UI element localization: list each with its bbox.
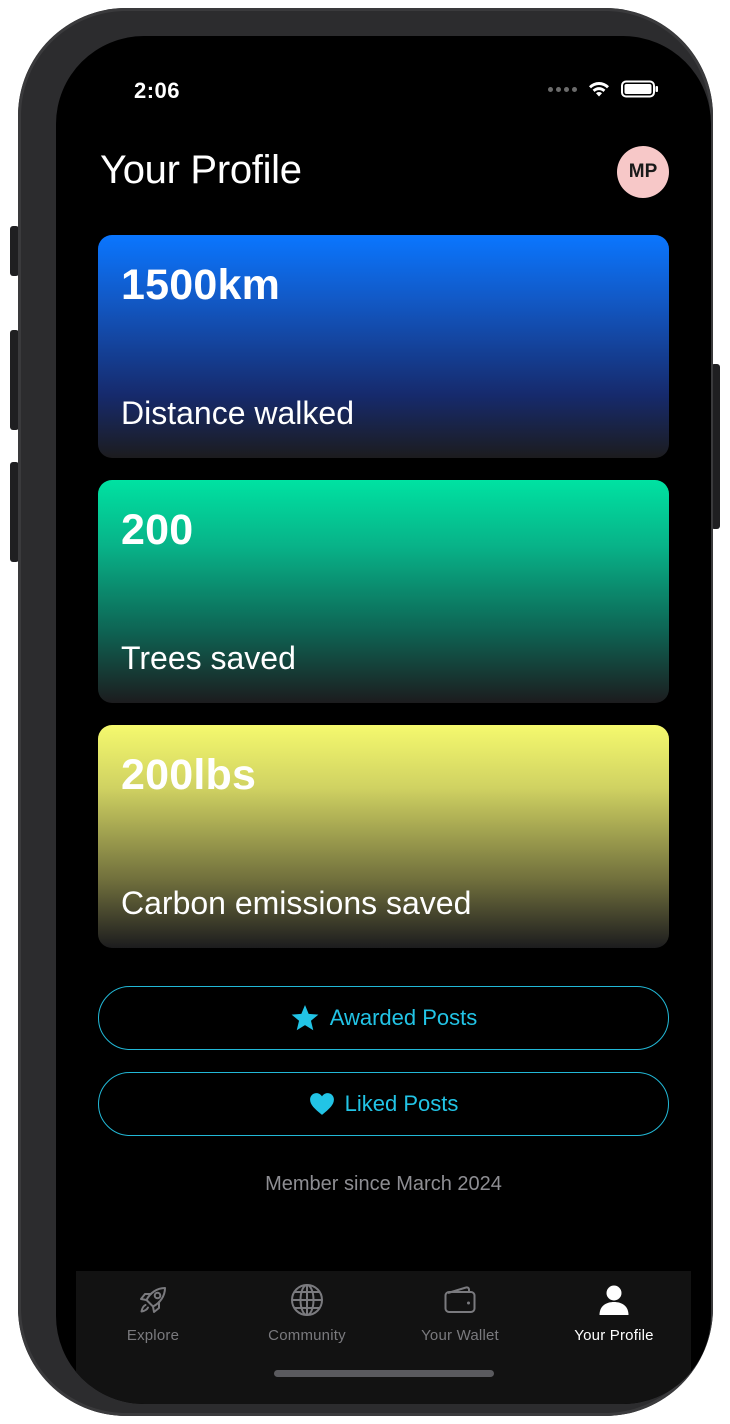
member-since-text: Member since March 2024 (265, 1173, 502, 1195)
liked-posts-button[interactable]: Liked Posts (98, 1072, 669, 1136)
tab-bar: Explore Community Your Wallet Your Profi… (76, 1271, 691, 1404)
awarded-posts-button[interactable]: Awarded Posts (98, 986, 669, 1050)
cellular-signal-icon (548, 86, 577, 92)
stat-label: Trees saved (121, 640, 296, 676)
stat-value: 1500km (121, 261, 281, 309)
page-title: Your Profile (100, 148, 302, 192)
header: Your Profile MP (98, 144, 669, 204)
stat-card-carbon: 200lbs Carbon emissions saved (98, 725, 669, 948)
screen: 2:06 Your Profile MP 1500km Distance wal… (56, 36, 711, 1404)
stat-value: 200 (121, 506, 194, 554)
stat-card-trees: 200 Trees saved (98, 480, 669, 703)
star-icon (291, 1004, 319, 1031)
tab-community[interactable]: Community (247, 1281, 367, 1351)
battery-icon (621, 80, 658, 98)
tab-label: Your Profile (574, 1327, 654, 1344)
person-icon (596, 1281, 632, 1319)
tab-label: Community (268, 1327, 346, 1344)
awarded-posts-label: Awarded Posts (329, 1005, 478, 1030)
liked-posts-label: Liked Posts (344, 1091, 459, 1116)
tab-wallet[interactable]: Your Wallet (400, 1281, 520, 1351)
status-icons (548, 80, 659, 98)
wallet-icon (442, 1281, 478, 1319)
stat-label: Carbon emissions saved (121, 885, 472, 921)
home-indicator[interactable] (274, 1370, 494, 1377)
stat-label: Distance walked (121, 395, 354, 431)
tab-label: Explore (126, 1327, 180, 1344)
tab-label: Your Wallet (421, 1327, 499, 1344)
rocket-icon (135, 1281, 171, 1319)
globe-icon (289, 1281, 325, 1319)
stat-card-distance: 1500km Distance walked (98, 235, 669, 458)
heart-icon (309, 1093, 334, 1115)
stat-value: 200lbs (121, 751, 257, 799)
status-bar: 2:06 (56, 36, 711, 146)
tab-explore[interactable]: Explore (93, 1281, 213, 1351)
wifi-icon (589, 81, 609, 97)
tab-profile[interactable]: Your Profile (554, 1281, 674, 1351)
avatar[interactable]: MP (617, 146, 669, 198)
phone-frame: 2:06 Your Profile MP 1500km Distance wal… (18, 8, 713, 1416)
status-time: 2:06 (134, 78, 181, 103)
